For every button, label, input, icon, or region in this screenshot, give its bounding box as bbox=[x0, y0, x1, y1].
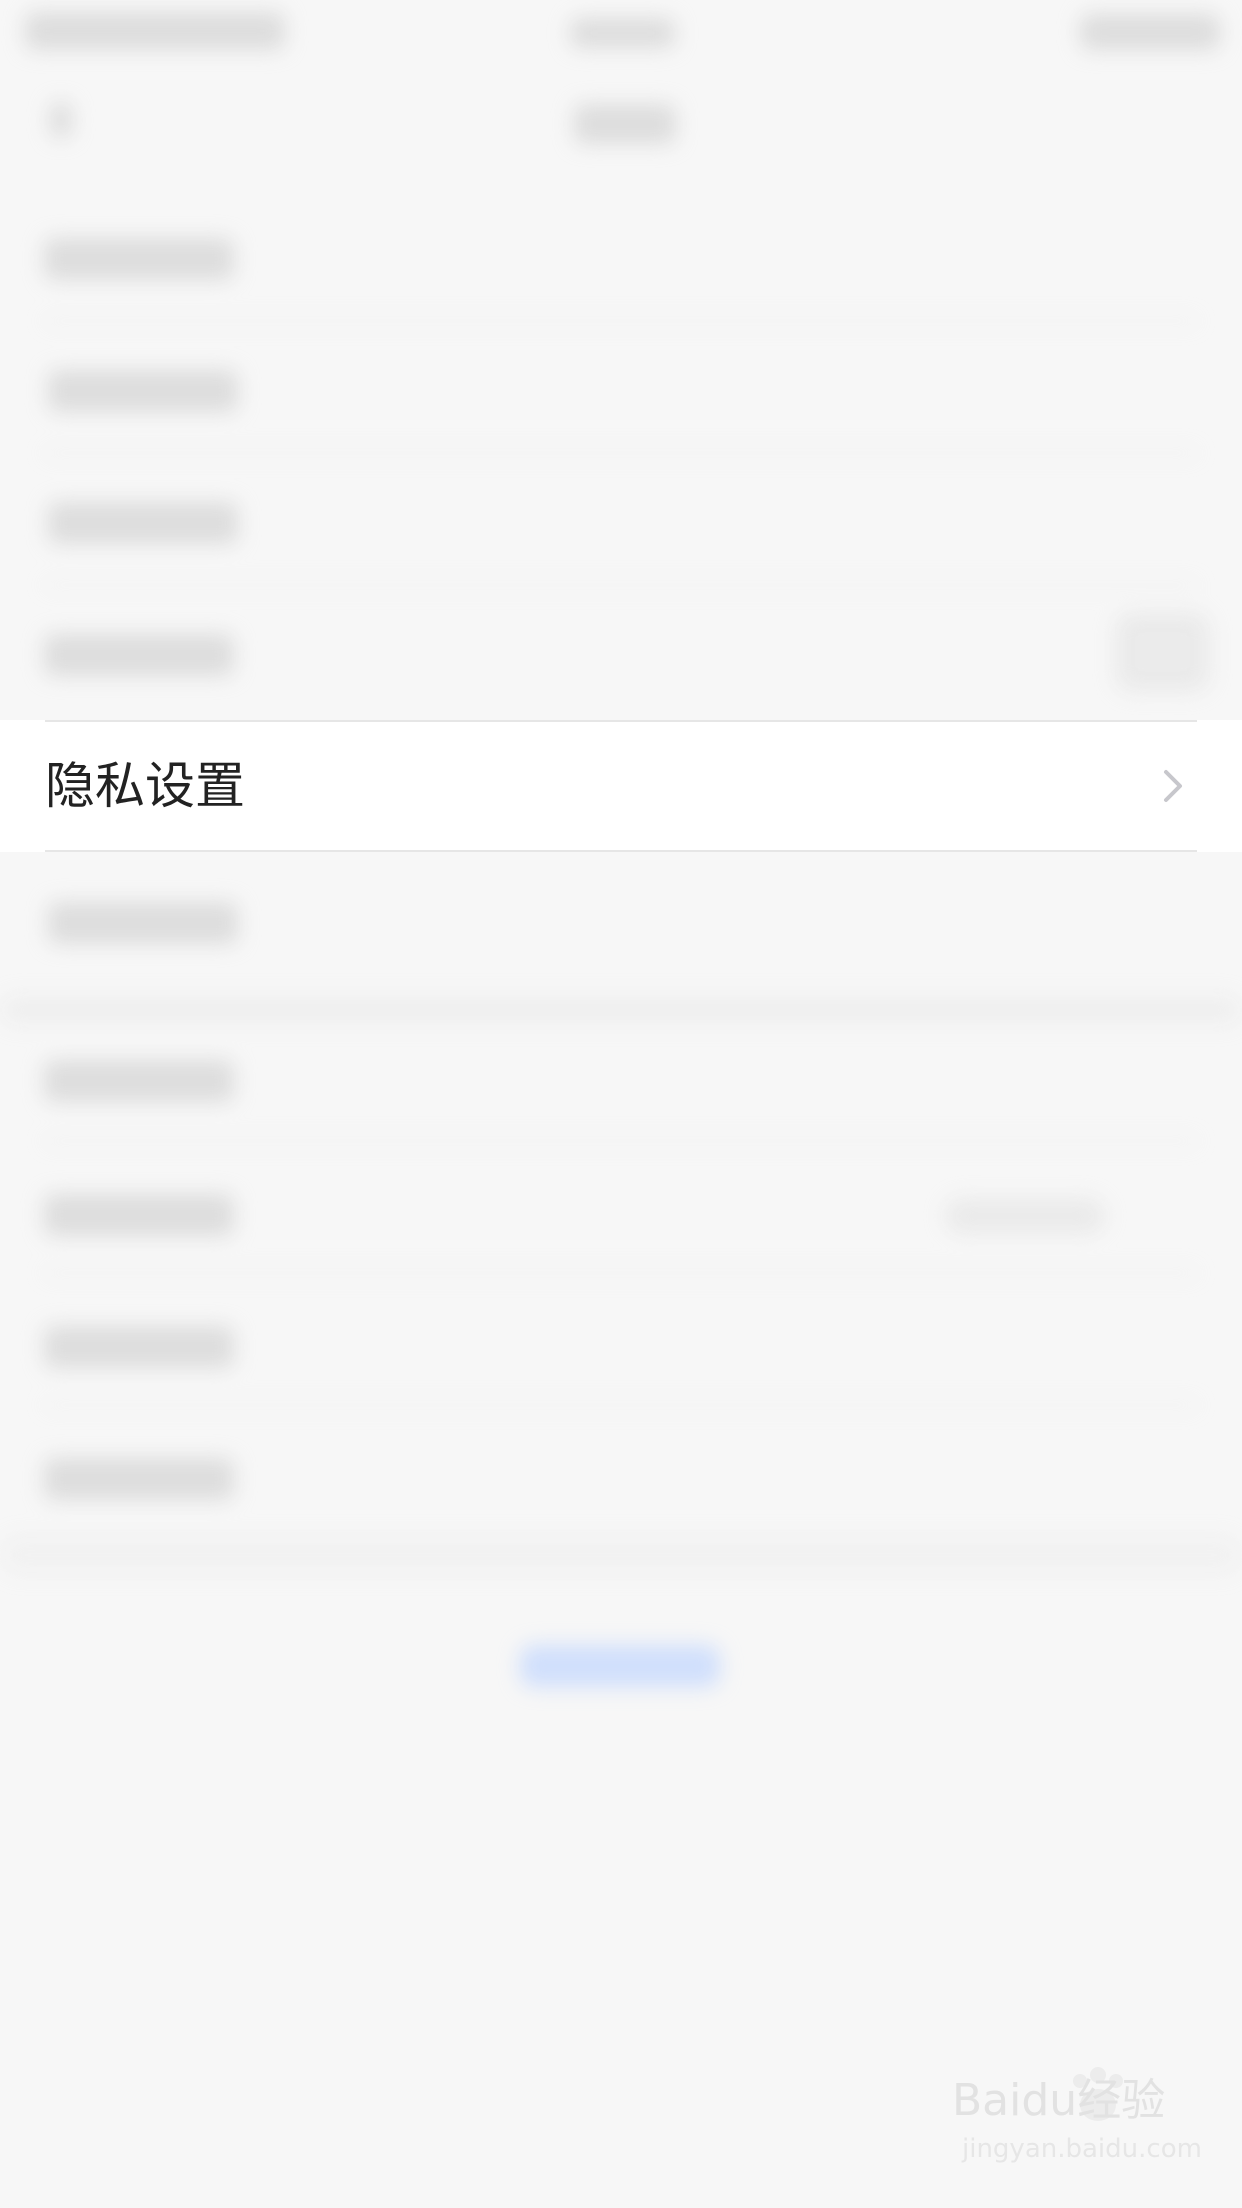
row-bottom-divider bbox=[45, 850, 1197, 852]
baidu-jingyan-watermark: Baidu经验 jingyan.baidu.com bbox=[952, 2067, 1202, 2185]
privacy-settings-label: 隐私设置 bbox=[45, 757, 245, 815]
row-4-label-blur bbox=[44, 634, 234, 676]
row-8-value-blur bbox=[945, 1198, 1105, 1234]
row-1-label-blur bbox=[44, 238, 234, 280]
status-bar-center-blur bbox=[570, 18, 675, 48]
settings-page: 隐私设置 Baidu经验 jingyan.baidu.com bbox=[0, 0, 1242, 2208]
row-top-divider bbox=[45, 720, 1197, 722]
row-3-divider-blur bbox=[45, 584, 1197, 586]
row-10-label-blur bbox=[44, 1458, 234, 1500]
bottom-section-gap-blur bbox=[0, 1535, 1242, 1575]
watermark-main-text: Baidu经验 bbox=[952, 2075, 1166, 2126]
row-8-divider-blur bbox=[45, 1404, 1197, 1406]
chevron-right-icon bbox=[1164, 770, 1182, 802]
row-9-label-blur bbox=[44, 1326, 234, 1368]
row-8-label-blur bbox=[44, 1194, 234, 1236]
back-button-blur bbox=[50, 102, 72, 138]
primary-action-blur bbox=[520, 1645, 720, 1687]
status-bar-right-blur bbox=[1080, 14, 1220, 50]
watermark-sub-text: jingyan.baidu.com bbox=[962, 2134, 1202, 2164]
privacy-settings-row[interactable]: 隐私设置 bbox=[0, 720, 1242, 852]
row-2-divider-blur bbox=[45, 452, 1197, 454]
row-3-label-blur bbox=[48, 502, 238, 544]
nav-title-blur bbox=[574, 104, 676, 144]
section-gap-blur bbox=[0, 995, 1242, 1025]
row-7-label-blur bbox=[44, 1060, 234, 1102]
status-bar-left-blur bbox=[25, 12, 285, 50]
row-7-divider-blur bbox=[45, 1272, 1197, 1274]
row-6-divider-blur bbox=[45, 1140, 1197, 1142]
blurred-background-ui bbox=[0, 0, 1242, 2208]
row-6-label-blur bbox=[48, 902, 238, 944]
row-2-label-blur bbox=[48, 370, 238, 412]
row-4-right-blur bbox=[1115, 612, 1210, 692]
row-1-divider-blur bbox=[45, 320, 1197, 322]
